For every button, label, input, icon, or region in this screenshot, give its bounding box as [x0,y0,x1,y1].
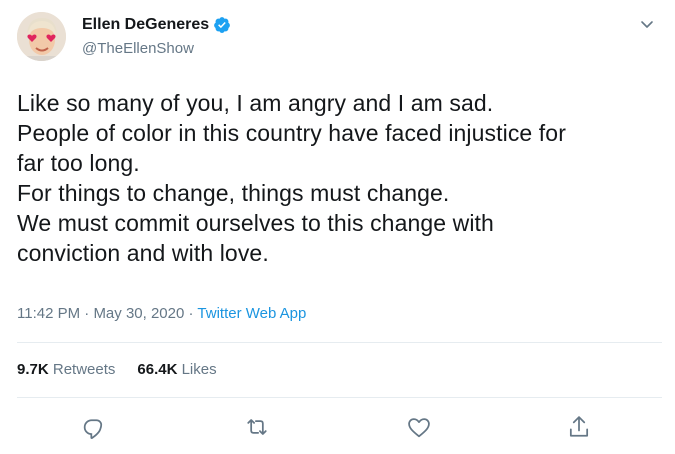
meta-separator: · [84,305,90,322]
tweet-time[interactable]: 11:42 PM [17,305,80,322]
tweet-text: Like so many of you, I am angry and I am… [17,88,662,268]
chevron-down-icon[interactable] [637,14,657,34]
likes-count: 66.4K [137,361,178,378]
verified-badge-icon [213,16,231,34]
heart-icon[interactable] [405,413,433,441]
retweets-count: 9.7K [17,361,49,378]
tweet-text-line: conviction and with love. [17,240,269,266]
tweet-stats: 9.7K Retweets 66.4K Likes [17,361,217,378]
tweet-text-line: Like so many of you, I am angry and I am… [17,90,494,116]
author-display-name[interactable]: Ellen DeGeneres [82,16,209,34]
avatar[interactable] [17,12,66,61]
likes-label: Likes [181,361,217,378]
divider [17,397,662,398]
tweet-actions [0,411,675,445]
tweet-date[interactable]: May 30, 2020 [93,305,184,322]
likes-stat[interactable]: 66.4K Likes [137,361,216,378]
share-icon[interactable] [565,413,593,441]
author-name-row[interactable]: Ellen DeGeneres [82,16,231,34]
retweet-icon[interactable] [243,413,271,441]
tweet-text-line: People of color in this country have fac… [17,120,566,146]
author-handle[interactable]: @TheEllenShow [82,40,194,57]
tweet-card: Ellen DeGeneres @TheEllenShow Like so ma… [0,0,675,454]
retweets-stat[interactable]: 9.7K Retweets [17,361,115,378]
tweet-text-line: For things to change, things must change… [17,180,450,206]
avatar-heart-eyes [17,12,66,61]
reply-icon[interactable] [80,413,108,441]
divider [17,342,662,343]
tweet-text-line: far too long. [17,150,140,176]
tweet-source-link[interactable]: Twitter Web App [197,305,306,322]
tweet-text-line: We must commit ourselves to this change … [17,210,494,236]
retweets-label: Retweets [52,361,116,378]
tweet-meta: 11:42 PM · May 30, 2020 · Twitter Web Ap… [17,305,306,322]
meta-separator: · [188,305,194,322]
